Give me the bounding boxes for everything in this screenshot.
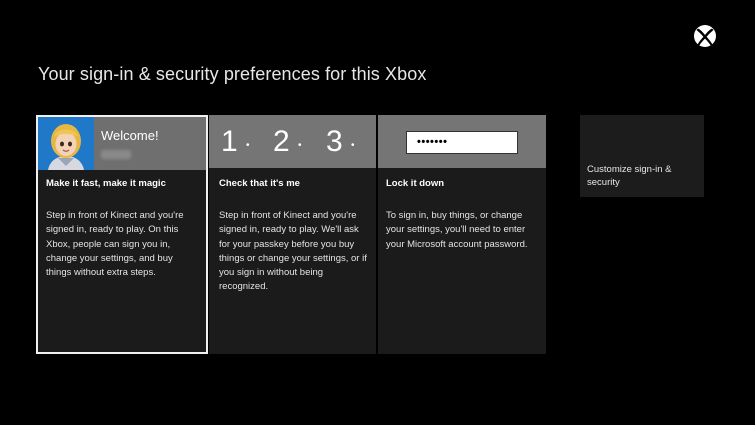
passkey-digit: 1 — [221, 125, 238, 158]
option-description: To sign in, buy things, or change your s… — [386, 210, 528, 250]
gamertag-blurred — [101, 150, 131, 159]
customize-sign-in-security-button[interactable]: Customize sign-in & security — [580, 115, 704, 197]
option-check-its-me[interactable]: 1 • 2 • 3 • Check that it's me Step in f… — [209, 115, 376, 354]
welcome-text: Welcome! — [101, 128, 159, 143]
passkey-separator: • — [246, 140, 250, 151]
password-header: ••••••• — [378, 115, 546, 168]
option-header: Welcome! — [38, 117, 206, 170]
option-lock-it-down[interactable]: ••••••• Lock it down To sign in, buy thi… — [378, 115, 546, 354]
option-fast-magic[interactable]: Welcome! Make it fast, make it magic Ste… — [36, 115, 208, 354]
option-title: Check that it's me — [219, 178, 300, 189]
avatar — [38, 117, 94, 170]
passkey-digit: 2 — [273, 125, 290, 158]
option-description: Step in front of Kinect and you're signe… — [219, 210, 367, 293]
xbox-logo-icon — [694, 25, 716, 47]
passkey-separator: • — [298, 140, 302, 151]
passkey-header: 1 • 2 • 3 • — [209, 115, 376, 168]
option-description: Step in front of Kinect and you're signe… — [46, 210, 184, 279]
option-title: Lock it down — [386, 178, 445, 189]
page-title: Your sign-in & security preferences for … — [38, 64, 427, 84]
password-field-illustration: ••••••• — [406, 131, 518, 154]
passkey-digit: 3 — [326, 125, 343, 158]
passkey-separator: • — [351, 140, 355, 151]
customize-label: Customize sign-in & security — [587, 164, 672, 188]
option-title: Make it fast, make it magic — [46, 178, 166, 189]
